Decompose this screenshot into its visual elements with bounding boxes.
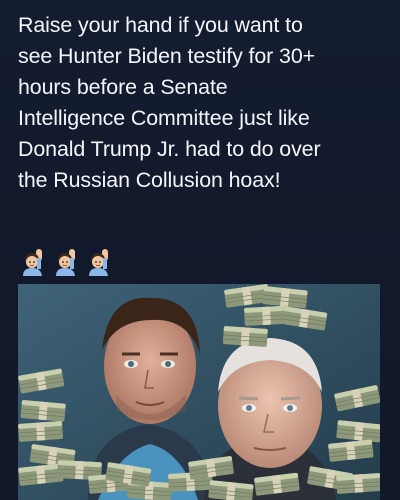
person-raising-hand-icon bbox=[23, 249, 42, 276]
meme-post: Raise your hand if you want to see Hunte… bbox=[0, 0, 400, 500]
photo-illustration bbox=[18, 284, 380, 500]
person-raising-hand-icon bbox=[56, 249, 75, 276]
post-caption: Raise your hand if you want to see Hunte… bbox=[18, 13, 321, 192]
photo-two-men-with-money bbox=[18, 284, 380, 500]
emoji-row bbox=[22, 248, 114, 278]
person-raising-hand-icon bbox=[89, 249, 108, 276]
